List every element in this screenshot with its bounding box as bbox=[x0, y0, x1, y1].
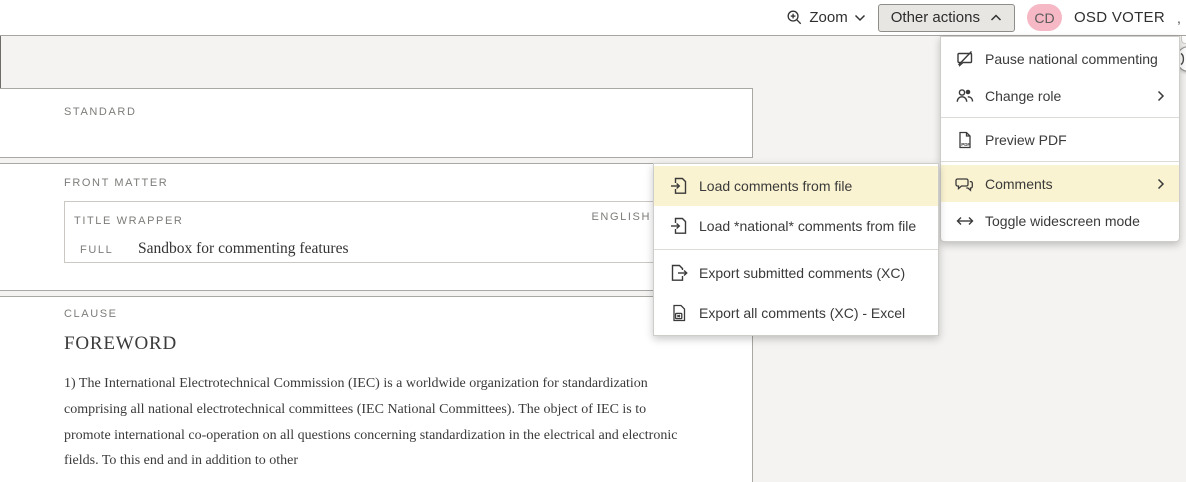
language-label: ENGLISH bbox=[592, 211, 652, 223]
title-wrapper-box[interactable]: TITLE WRAPPER ENGLISH FULL Sandbox for c… bbox=[64, 201, 732, 263]
excel-file-icon bbox=[669, 303, 689, 323]
other-actions-label: Other actions bbox=[891, 9, 980, 26]
topbar: Zoom Other actions CD OSD VOTER , bbox=[0, 0, 1186, 36]
standard-section[interactable]: STANDARD bbox=[0, 88, 753, 158]
menu-item-label: Comments bbox=[985, 176, 1053, 192]
other-actions-button[interactable]: Other actions bbox=[878, 4, 1015, 32]
user-role-label: OSD VOTER bbox=[1074, 9, 1165, 26]
menu-item-change-role[interactable]: Change role bbox=[941, 77, 1179, 114]
zoom-dropdown[interactable]: Zoom bbox=[786, 9, 865, 26]
submenu-item-label: Load *national* comments from file bbox=[699, 218, 916, 234]
submenu-item-label: Export all comments (XC) - Excel bbox=[699, 305, 905, 321]
clipped-panel-corner bbox=[1181, 36, 1186, 44]
app-root: Zoom Other actions CD OSD VOTER , bbox=[0, 0, 1186, 482]
foreword-heading: FOREWORD bbox=[64, 333, 752, 355]
title-wrapper-label: TITLE WRAPPER bbox=[74, 215, 183, 227]
menu-item-label: Toggle widescreen mode bbox=[985, 213, 1140, 229]
chevron-up-icon bbox=[990, 14, 1002, 22]
clipped-glyph-icon bbox=[1179, 51, 1186, 67]
standard-label: STANDARD bbox=[0, 89, 752, 118]
other-actions-menu: Pause national commenting Change role bbox=[940, 36, 1180, 242]
clipped-edge-glyph: , bbox=[1177, 10, 1182, 26]
clause-section[interactable]: CLAUSE FOREWORD 1) The International Ele… bbox=[0, 296, 753, 482]
clause-label: CLAUSE bbox=[0, 297, 752, 320]
menu-item-label: Change role bbox=[985, 88, 1061, 104]
import-file-icon bbox=[669, 176, 689, 196]
pdf-file-icon: PDF bbox=[955, 130, 975, 150]
front-matter-section[interactable]: FRONT MATTER TITLE WRAPPER ENGLISH FULL … bbox=[0, 163, 753, 291]
submenu-item-export-submitted[interactable]: Export submitted comments (XC) bbox=[654, 253, 938, 293]
svg-text:PDF: PDF bbox=[961, 142, 970, 147]
title-wrapper-header: TITLE WRAPPER ENGLISH bbox=[65, 202, 731, 229]
comment-slash-icon bbox=[955, 49, 975, 69]
submenu-item-label: Load comments from file bbox=[699, 178, 852, 194]
zoom-in-icon bbox=[786, 9, 803, 26]
submenu-item-export-all-excel[interactable]: Export all comments (XC) - Excel bbox=[654, 293, 938, 333]
chevron-down-icon bbox=[854, 14, 866, 22]
menu-item-toggle-widescreen[interactable]: Toggle widescreen mode bbox=[941, 202, 1179, 239]
left-panel-edge bbox=[0, 36, 1, 88]
full-title-label: FULL bbox=[80, 244, 138, 256]
export-file-icon bbox=[669, 263, 689, 283]
submenu-item-load-national-comments[interactable]: Load *national* comments from file bbox=[654, 206, 938, 246]
document-title[interactable]: Sandbox for commenting features bbox=[138, 240, 348, 258]
submenu-item-load-comments[interactable]: Load comments from file bbox=[654, 166, 938, 206]
widescreen-arrows-icon bbox=[955, 211, 975, 231]
menu-item-label: Pause national commenting bbox=[985, 51, 1158, 67]
menu-item-label: Preview PDF bbox=[985, 132, 1067, 148]
menu-item-pause-national-commenting[interactable]: Pause national commenting bbox=[941, 40, 1179, 77]
menu-divider bbox=[654, 249, 938, 250]
title-row: FULL Sandbox for commenting features bbox=[65, 229, 731, 258]
chevron-right-icon bbox=[1157, 178, 1165, 190]
menu-divider bbox=[941, 161, 1179, 162]
comments-submenu: Load comments from file Load *national* … bbox=[653, 163, 939, 336]
menu-divider bbox=[941, 117, 1179, 118]
foreword-paragraph: 1) The International Electrotechnical Co… bbox=[64, 371, 681, 474]
comments-icon bbox=[955, 174, 975, 194]
menu-item-comments[interactable]: Comments bbox=[941, 165, 1179, 202]
user-avatar[interactable]: CD bbox=[1027, 4, 1062, 31]
import-file-icon bbox=[669, 216, 689, 236]
people-icon bbox=[955, 86, 975, 106]
chevron-right-icon bbox=[1157, 90, 1165, 102]
zoom-label: Zoom bbox=[809, 9, 847, 26]
front-matter-label: FRONT MATTER bbox=[0, 164, 752, 189]
submenu-item-label: Export submitted comments (XC) bbox=[699, 265, 905, 281]
topbar-right-group: Zoom Other actions CD OSD VOTER , bbox=[786, 4, 1186, 32]
menu-item-preview-pdf[interactable]: PDF Preview PDF bbox=[941, 121, 1179, 158]
